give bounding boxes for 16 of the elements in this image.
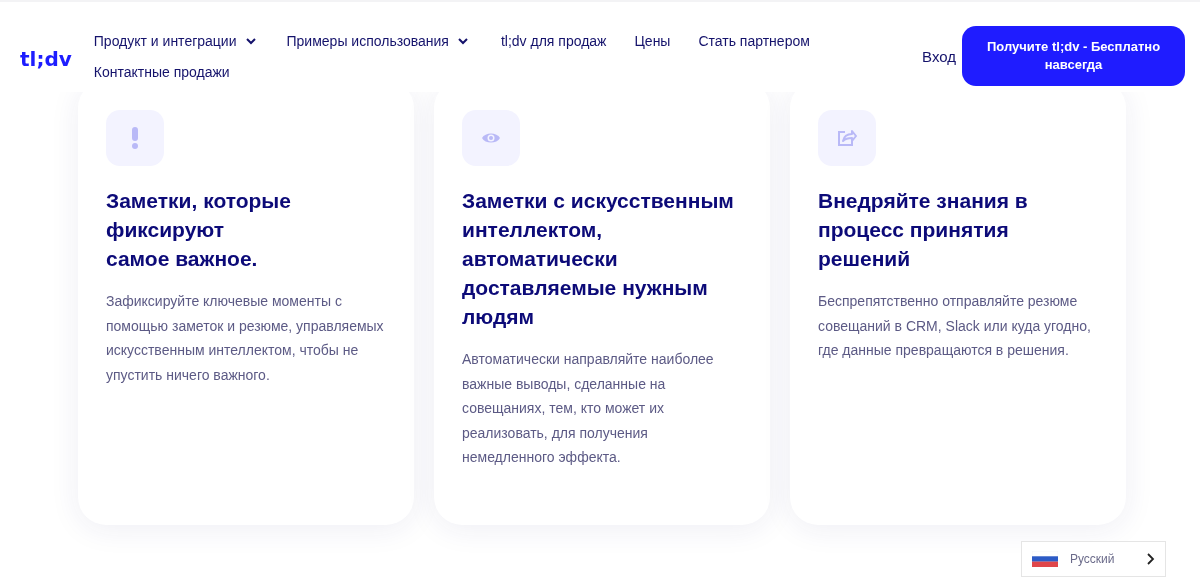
logo[interactable]: tl;dv (20, 44, 72, 74)
nav-link[interactable]: Контактные продажи (93, 60, 230, 84)
nav-link[interactable]: tl;dv для продаж (500, 29, 607, 53)
card-text: Автоматически направляйте наиболее важные выводы, сделанные на совещаниях, тем, кто может их реализовать, для получения немедленного эффекта. (462, 350, 715, 467)
signup-button[interactable]: Получите tl;dv - Бесплатно навсегда (962, 26, 1185, 86)
card-title: Внедряйте знания в процесс принятия решений (818, 188, 1029, 272)
nav-dropdown[interactable]: Продукт и интеграции (93, 29, 257, 53)
card-text: Беспрепятственно отправляйте резюме совещаний в CRM, Slack или куда угодно, где данные превращаются в решения. (818, 292, 1092, 360)
card-title: Заметки, которые фиксируют самое важное. (106, 188, 292, 272)
nav-link[interactable]: Стать партнером (698, 29, 810, 53)
language-selector[interactable]: Русский (1021, 541, 1166, 577)
nav-dropdown[interactable]: Примеры использования (286, 29, 469, 53)
nav-link[interactable]: Цены (634, 29, 671, 53)
card-text: Зафиксируйте ключевые моменты с помощью заметок и резюме, управляемых искусственным интеллектом, чтобы не упустить ничего важного. (106, 292, 385, 385)
login-link[interactable]: Вход (922, 46, 956, 69)
card-title: Заметки с искусственным интеллектом, автоматически доставляемые нужным людям (462, 188, 735, 330)
